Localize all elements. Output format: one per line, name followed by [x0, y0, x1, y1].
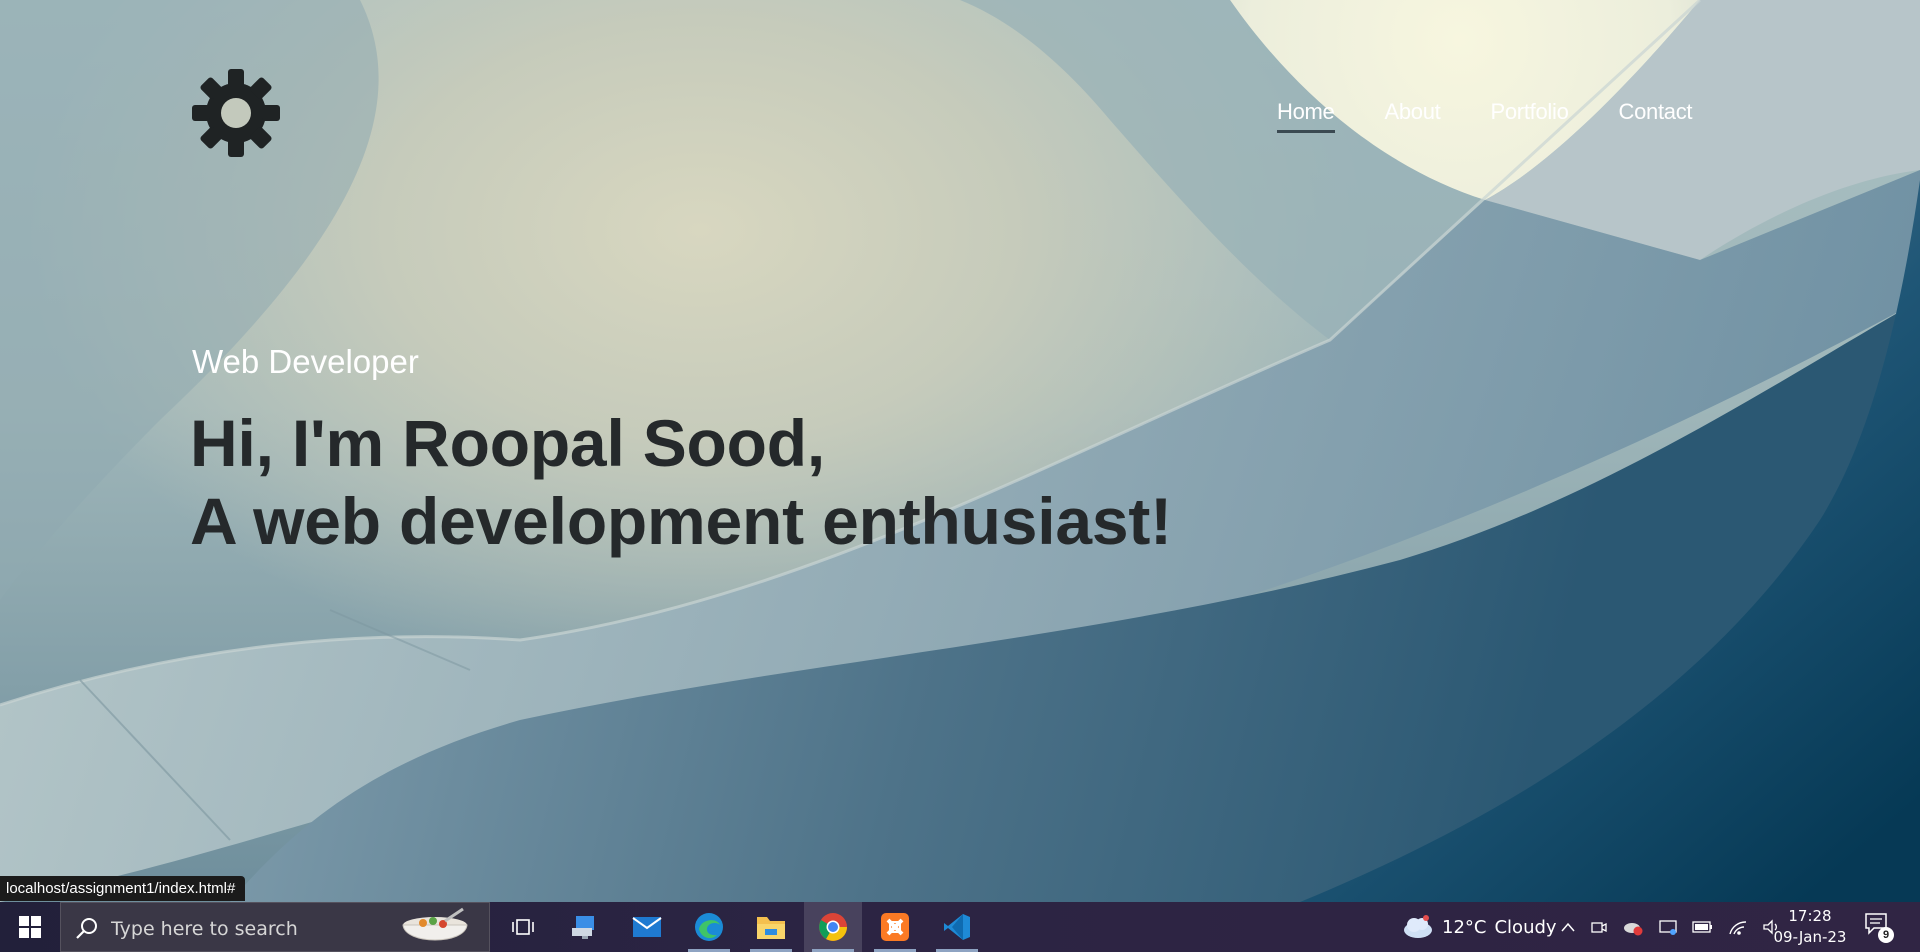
meet-now-icon[interactable] — [1590, 918, 1608, 936]
xampp-icon[interactable] — [866, 902, 924, 952]
chrome-icon[interactable] — [804, 902, 862, 952]
battery-icon[interactable] — [1692, 920, 1714, 934]
notification-count-badge: 9 — [1878, 927, 1894, 943]
system-tray — [1560, 902, 1782, 952]
task-view-icon[interactable] — [494, 902, 552, 952]
windows-logo-icon — [19, 916, 41, 938]
onedrive-error-icon[interactable] — [1622, 918, 1644, 936]
taskbar-clock[interactable]: 17:28 09-Jan-23 — [1770, 906, 1850, 948]
vscode-icon[interactable] — [928, 902, 986, 952]
windows-start-button[interactable] — [0, 902, 60, 952]
clock-time: 17:28 — [1788, 907, 1832, 925]
gear-icon[interactable] — [192, 69, 280, 157]
headline-line-2: A web development enthusiast! — [190, 484, 1172, 558]
soup-bowl-icon — [402, 907, 468, 941]
headline-line-1: Hi, I'm Roopal Sood, — [190, 406, 826, 480]
chevron-up-icon[interactable] — [1560, 921, 1576, 933]
nav-home-link[interactable]: Home — [1277, 98, 1335, 133]
search-icon — [76, 918, 97, 939]
clock-date: 09-Jan-23 — [1773, 928, 1847, 946]
nav-contact-link[interactable]: Contact — [1619, 98, 1693, 133]
nav-portfolio-link[interactable]: Portfolio — [1491, 98, 1569, 133]
cloud-icon — [1404, 915, 1432, 938]
notification-center-icon[interactable]: 9 — [1864, 912, 1894, 943]
taskbar-search-box[interactable] — [60, 902, 490, 952]
remote-desktop-icon[interactable] — [556, 902, 614, 952]
search-input[interactable] — [109, 913, 413, 945]
hero-subtitle: Web Developer — [192, 343, 419, 380]
wifi-icon[interactable] — [1728, 918, 1748, 936]
hero-headline: Hi, I'm Roopal Sood, A web development e… — [190, 404, 1172, 560]
mail-icon[interactable] — [618, 902, 676, 952]
link-status-url: localhost/assignment1/index.html# — [0, 876, 246, 901]
network-status-icon[interactable] — [1658, 918, 1678, 936]
weather-condition: Cloudy — [1494, 916, 1557, 938]
edge-icon[interactable] — [680, 902, 738, 952]
nav-about-link[interactable]: About — [1385, 98, 1441, 133]
weather-widget[interactable]: 12°C Cloudy — [1400, 902, 1557, 952]
weather-temp: 12°C — [1442, 916, 1487, 938]
hero-section: Home About Portfolio Contact Web Develop… — [0, 0, 1920, 902]
file-explorer-icon[interactable] — [742, 902, 800, 952]
main-nav: Home About Portfolio Contact — [1277, 98, 1693, 133]
windows-taskbar: 12°C Cloudy — [0, 902, 1920, 952]
